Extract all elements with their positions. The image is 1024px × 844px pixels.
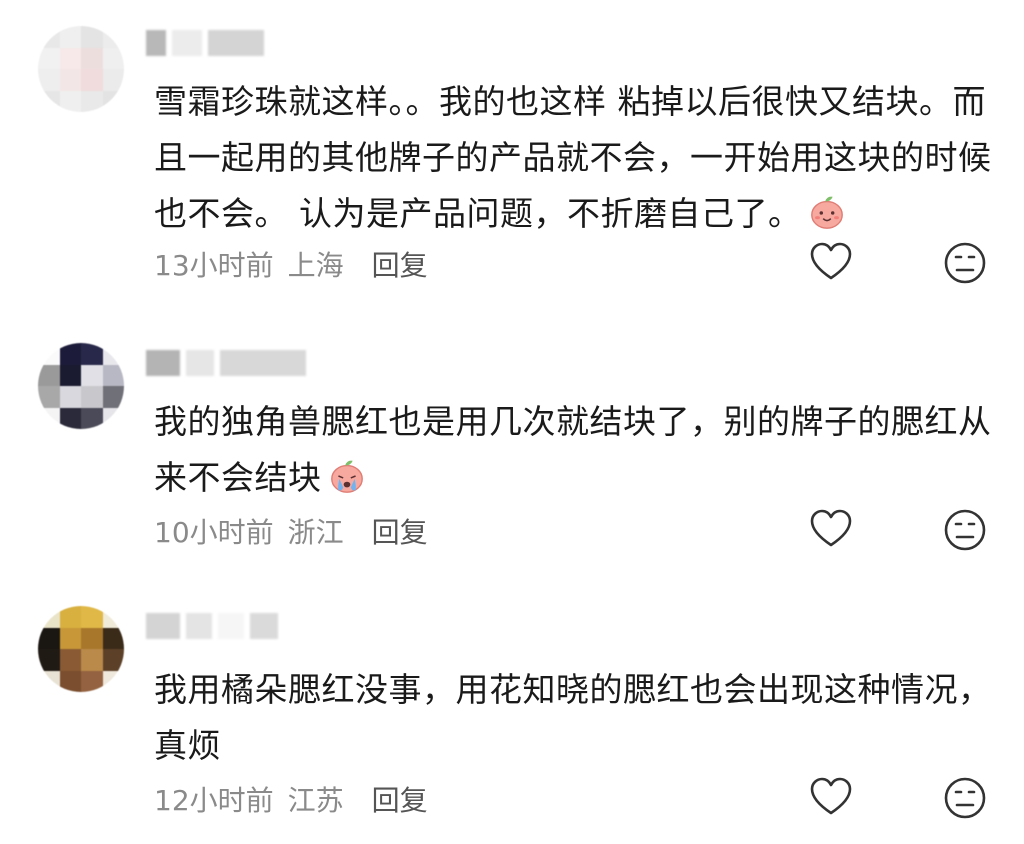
comment-time: 13小时前 <box>154 249 274 282</box>
comment-text: 雪霜珍珠就这样。。我的也这样 粘掉以后很快又结块。而且一起用的其他牌子的产品就不… <box>154 74 994 242</box>
user-avatar[interactable] <box>38 606 124 692</box>
dislike-face-icon[interactable] <box>942 240 988 286</box>
heart-icon[interactable] <box>808 240 854 286</box>
heart-icon[interactable] <box>808 775 854 821</box>
username-blurred[interactable] <box>146 350 306 376</box>
peach-crying-emoji <box>330 460 363 493</box>
dislike-face-icon[interactable] <box>942 775 988 821</box>
comment-time: 10小时前 <box>154 516 274 549</box>
username-blurred[interactable] <box>146 613 278 639</box>
comment-meta: 12小时前 江苏 回复 <box>154 779 428 819</box>
dislike-face-icon[interactable] <box>942 507 988 553</box>
comment-time: 12小时前 <box>154 784 274 817</box>
username-blurred[interactable] <box>146 30 264 56</box>
peach-smile-emoji <box>810 196 843 229</box>
user-avatar[interactable] <box>38 26 124 112</box>
comment-location: 上海 <box>287 249 344 282</box>
comment-text-content: 我用橘朵腮红没事，用花知晓的腮红也会出现这种情况，真烦 <box>154 670 992 765</box>
comment-text-content: 我的独角兽腮红也是用几次就结块了，别的牌子的腮红从来不会结块 <box>154 402 992 497</box>
heart-icon[interactable] <box>808 507 854 553</box>
reply-button[interactable]: 回复 <box>372 511 428 551</box>
comment-text: 我的独角兽腮红也是用几次就结块了，别的牌子的腮红从来不会结块 <box>154 394 994 506</box>
comment-meta: 10小时前 浙江 回复 <box>154 511 428 551</box>
comment-meta: 13小时前 上海 回复 <box>154 244 428 284</box>
comment-text-content: 雪霜珍珠就这样。。我的也这样 粘掉以后很快又结块。而且一起用的其他牌子的产品就不… <box>154 82 992 233</box>
comment-location: 江苏 <box>287 784 344 817</box>
user-avatar[interactable] <box>38 343 124 429</box>
reply-button[interactable]: 回复 <box>372 244 428 284</box>
reply-button[interactable]: 回复 <box>372 779 428 819</box>
comment-text: 我用橘朵腮红没事，用花知晓的腮红也会出现这种情况，真烦 <box>154 662 994 774</box>
comment-location: 浙江 <box>287 516 344 549</box>
